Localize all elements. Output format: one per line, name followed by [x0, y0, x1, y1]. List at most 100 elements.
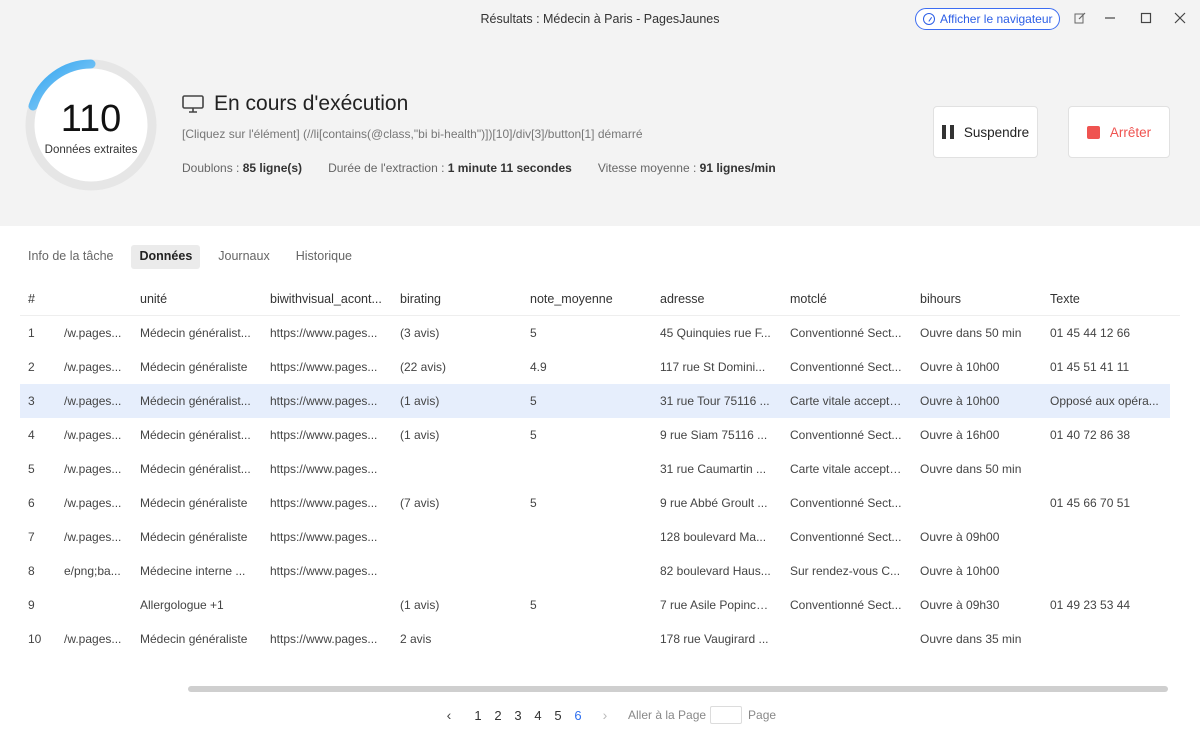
table-cell: Ouvre dans 50 min	[920, 326, 1022, 340]
tab-history[interactable]: Historique	[288, 245, 360, 269]
page-number[interactable]: 6	[568, 708, 588, 723]
column-header[interactable]: #	[28, 282, 58, 316]
column-header[interactable]: unité	[140, 282, 252, 316]
table-cell	[530, 622, 642, 656]
page-number[interactable]: 2	[488, 708, 508, 723]
show-browser-button[interactable]: Afficher le navigateur	[915, 8, 1060, 30]
table-row[interactable]: 4/w.pages... Médecin généralist... https:/…	[20, 418, 1180, 452]
stop-label: Arrêter	[1109, 124, 1152, 140]
table-cell	[400, 554, 512, 588]
table-cell: 9	[28, 598, 35, 612]
prev-page-icon[interactable]: ‹	[440, 707, 458, 723]
page-number[interactable]: 5	[548, 708, 568, 723]
title-bar: Résultats : Médecin à Paris - PagesJaune…	[0, 0, 1200, 38]
table-cell: 117 rue St Domini...	[660, 360, 766, 374]
table-cell: 178 rue Vaugirard ...	[660, 632, 769, 646]
table-cell: https://www.pages...	[270, 428, 378, 442]
table-cell: https://www.pages...	[270, 496, 378, 510]
table-cell: Médecine interne ...	[140, 564, 246, 578]
table-row[interactable]: 9 Allergologue +1 (1 avis) 5 7 rue Asile Pop…	[20, 588, 1180, 622]
table-cell: Ouvre à 09h00	[920, 530, 1000, 544]
table-row[interactable]: 2/w.pages... Médecin généraliste https://w…	[20, 350, 1180, 384]
table-cell: 5	[530, 598, 537, 612]
show-browser-label: Afficher le navigateur	[940, 12, 1053, 26]
table-cell: 2	[28, 360, 35, 374]
extraction-status-panel: 110 Données extraites En cours d'exécuti…	[0, 38, 1200, 226]
table-cell: 9 rue Siam 75116 ...	[660, 428, 768, 442]
table-cell	[530, 452, 642, 486]
goto-page: Aller à la Page Page	[628, 706, 776, 724]
table-cell	[400, 520, 512, 554]
page-number[interactable]: 4	[528, 708, 548, 723]
table-cell	[1050, 452, 1160, 486]
next-page-icon[interactable]: ›	[596, 707, 614, 723]
goto-label: Aller à la Page	[628, 708, 707, 722]
table-cell: 1	[28, 326, 35, 340]
table-cell: Conventionné Sect...	[790, 598, 902, 612]
table-cell: 45 Quinquies rue F...	[660, 326, 771, 340]
page-number[interactable]: 3	[508, 708, 528, 723]
column-header[interactable]: adresse	[660, 282, 772, 316]
current-action: [Cliquez sur l'élément] (//li[contains(@…	[182, 127, 643, 141]
table-cell: Médecin généraliste	[140, 632, 248, 646]
column-header[interactable]: birating	[400, 282, 512, 316]
column-header[interactable]: motclé	[790, 282, 902, 316]
table-cell: 6	[28, 496, 35, 510]
column-header[interactable]: note_moyenne	[530, 282, 642, 316]
table-cell	[530, 520, 642, 554]
horizontal-scrollbar[interactable]	[188, 686, 1168, 692]
close-icon[interactable]	[1172, 10, 1188, 26]
tab-bar: Info de la tâche Données Journaux Histor…	[20, 245, 370, 269]
column-header[interactable]: Texte	[1050, 282, 1160, 316]
table-cell: Médecin généraliste	[140, 530, 248, 544]
goto-page-input[interactable]	[710, 706, 743, 724]
page-number[interactable]: 1	[468, 708, 488, 723]
minimize-icon[interactable]	[1102, 10, 1118, 26]
table-cell	[920, 486, 1032, 520]
table-cell: 5	[530, 496, 537, 510]
pause-icon	[941, 125, 954, 139]
duration-value: 1 minute 11 secondes	[447, 161, 572, 175]
table-row[interactable]: 5/w.pages... Médecin généralist... https:/…	[20, 452, 1180, 486]
table-cell: 31 rue Caumartin ...	[660, 462, 767, 476]
column-header[interactable]: biwithvisual_acont...	[270, 282, 382, 316]
table-row[interactable]: 6/w.pages... Médecin généraliste https://w…	[20, 486, 1180, 520]
table-cell: Médecin généralist...	[140, 462, 251, 476]
table-cell: Opposé aux opéra...	[1050, 394, 1159, 408]
table-cell: https://www.pages...	[270, 360, 378, 374]
extraction-stats: Doublons : 85 ligne(s) Durée de l'extract…	[182, 161, 776, 175]
stop-button[interactable]: Arrêter	[1068, 106, 1170, 158]
table-cell: Carte vitale acceptée	[790, 394, 902, 408]
pause-button[interactable]: Suspendre	[933, 106, 1038, 158]
table-cell: https://www.pages...	[270, 564, 378, 578]
table-cell: Conventionné Sect...	[790, 530, 902, 544]
table-cell: 01 45 51 41 11	[1050, 360, 1130, 374]
status-title: En cours d'exécution	[214, 92, 409, 115]
compass-icon	[923, 13, 935, 25]
tab-data[interactable]: Données	[131, 245, 201, 269]
table-cell: /w.pages...	[64, 632, 122, 646]
table-cell	[270, 588, 382, 622]
table-row[interactable]: 1/w.pages... Médecin généralist... https:/…	[20, 316, 1180, 350]
table-row[interactable]: 8 e/png;ba... Médecine interne ... https://…	[20, 554, 1180, 588]
table-row[interactable]: 10/w.pages... Médecin généraliste https://…	[20, 622, 1180, 656]
table-row[interactable]: 7/w.pages... Médecin généraliste https://w…	[20, 520, 1180, 554]
table-cell	[530, 554, 642, 588]
column-header[interactable]	[64, 282, 124, 316]
pagination: ‹ 123456 › Aller à la Page Page	[440, 703, 776, 727]
table-cell: (7 avis)	[400, 496, 440, 510]
table-cell: Conventionné Sect...	[790, 326, 902, 340]
table-cell: 4	[28, 428, 35, 442]
table-row[interactable]: 3/w.pages... Médecin généralist... https:/…	[20, 384, 1170, 418]
table-cell: 7	[28, 530, 35, 544]
tab-logs[interactable]: Journaux	[210, 245, 277, 269]
edit-icon[interactable]	[1072, 10, 1088, 26]
duration-label: Durée de l'extraction :	[328, 161, 448, 175]
maximize-icon[interactable]	[1138, 10, 1154, 26]
table-cell: /w.pages...	[64, 496, 122, 510]
table-cell: (1 avis)	[400, 598, 440, 612]
tab-task-info[interactable]: Info de la tâche	[20, 245, 121, 269]
column-header[interactable]: bihours	[920, 282, 1032, 316]
table-cell	[64, 588, 124, 622]
table-cell	[400, 452, 512, 486]
